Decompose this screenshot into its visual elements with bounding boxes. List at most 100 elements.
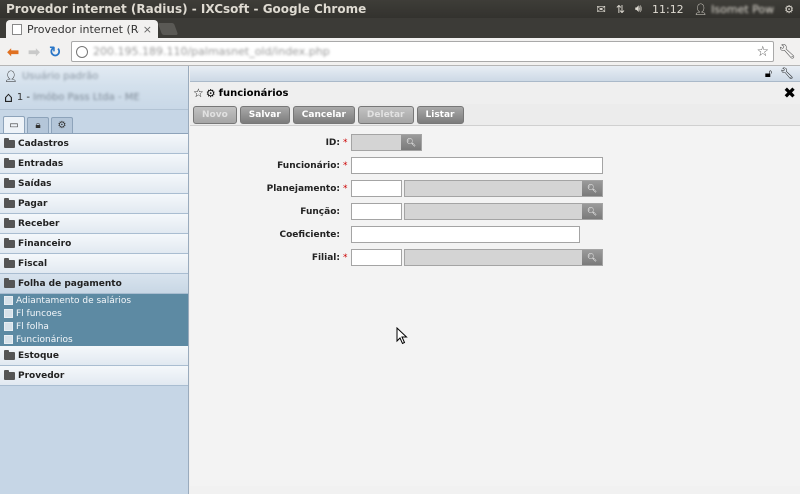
coeficiente-input[interactable] (351, 226, 580, 243)
company-unit[interactable]: ⌂ 1 - Imóbo Pass Ltda - ME (0, 86, 188, 110)
gear-icon[interactable]: ⚙ (51, 117, 73, 133)
folder-icon (4, 369, 15, 380)
search-icon[interactable]: 🔍︎ (401, 135, 421, 150)
funcao-code-input[interactable] (351, 203, 402, 220)
cancelar-button[interactable]: Cancelar (292, 105, 355, 124)
window-header: ☆ ⚙ funcionários ✖ (190, 82, 800, 104)
funcionario-input[interactable] (351, 157, 603, 174)
planejamento-description: 🔍︎ (404, 180, 603, 197)
document-icon (4, 335, 13, 344)
submenu-fl-folha[interactable]: Fl folha (0, 320, 188, 333)
menu-financeiro[interactable]: Financeiro (0, 234, 188, 254)
planejamento-code-input[interactable] (351, 180, 402, 197)
menu-pagar[interactable]: Pagar (0, 194, 188, 214)
user-icon: 👤︎ (4, 69, 18, 83)
lock-icon[interactable]: 🔒︎ (27, 117, 49, 133)
address-bar[interactable]: 200.195.189.110/palmasnet_old/index.php … (71, 41, 774, 62)
mouse-cursor-icon (396, 327, 408, 345)
funcionario-label: Funcionário: (277, 160, 340, 171)
browser-toolbar: ⬅ ➡ ↻ 200.195.189.110/palmasnet_old/inde… (0, 38, 800, 66)
folder-icon (4, 177, 15, 188)
salvar-button[interactable]: Salvar (239, 105, 290, 124)
folder-open-icon (4, 277, 15, 288)
folder-icon (4, 137, 15, 148)
url-text: 200.195.189.110/palmasnet_old/index.php (93, 45, 330, 58)
current-user: 👤︎ Usuário padrão (0, 66, 188, 86)
required-mark: * (343, 160, 348, 171)
filial-description: 🔍︎ (404, 249, 603, 266)
menu-fiscal[interactable]: Fiscal (0, 254, 188, 274)
planejamento-label: Planejamento: (266, 183, 340, 194)
submenu-adiantamento[interactable]: Adiantamento de salários (0, 294, 188, 307)
filial-label: Filial: (311, 252, 340, 263)
forward-arrow-icon[interactable]: ➡ (25, 43, 43, 61)
search-icon[interactable]: 🔍︎ (582, 204, 602, 219)
settings-gear-icon[interactable]: ⚙ (206, 87, 216, 100)
menu-folha-de-pagamento[interactable]: Folha de pagamento (0, 274, 188, 294)
sidebar-menu-lower: Estoque Provedor (0, 346, 188, 386)
row-coeficiente: Coeficiente: (190, 226, 580, 243)
menu-receber[interactable]: Receber (0, 214, 188, 234)
main-panel: 🔓︎ 🔧︎ ☆ ⚙ funcionários ✖ Novo Salvar Can… (190, 66, 800, 494)
folder-icon (4, 197, 15, 208)
system-tray: ✉ ⇅ 🔊︎ 11:12 👤︎ Isomet Pow ⚙ (597, 2, 800, 16)
menu-saidas[interactable]: Saídas (0, 174, 188, 194)
network-icon[interactable]: ⇅ (616, 3, 625, 16)
submenu-fl-funcoes[interactable]: Fl funcoes (0, 307, 188, 320)
folder-icon (4, 237, 15, 248)
clock[interactable]: 11:12 (652, 3, 684, 16)
wrench-icon[interactable]: 🔧︎ (778, 43, 796, 61)
search-icon[interactable]: 🔍︎ (582, 250, 602, 265)
search-icon[interactable]: 🔍︎ (582, 181, 602, 196)
menu-cadastros[interactable]: Cadastros (0, 134, 188, 154)
tools-icon[interactable]: 🔧︎ (780, 67, 794, 80)
browser-tab[interactable]: Provedor internet (Radius × (6, 20, 158, 38)
sidebar-menu: Cadastros Entradas Saídas Pagar Receber … (0, 134, 188, 294)
window-title: Provedor internet (Radius) - IXCsoft - G… (6, 2, 367, 16)
window-title-label: funcionários (218, 87, 289, 99)
form-toolbar: Novo Salvar Cancelar Deletar Listar (190, 104, 800, 126)
page-icon (12, 23, 22, 35)
required-mark: * (343, 183, 348, 194)
novo-button[interactable]: Novo (193, 105, 237, 124)
document-icon (4, 309, 13, 318)
document-icon (4, 296, 13, 305)
document-icon (4, 322, 13, 331)
mail-icon[interactable]: ✉ (597, 3, 606, 16)
submenu-funcionarios[interactable]: Funcionários (0, 333, 188, 346)
listar-button[interactable]: Listar (416, 105, 464, 124)
window-close-icon[interactable]: ✖ (783, 84, 800, 102)
reload-icon[interactable]: ↻ (46, 43, 64, 61)
menu-entradas[interactable]: Entradas (0, 154, 188, 174)
browser-tabstrip: Provedor internet (Radius × (0, 18, 800, 38)
menu-estoque[interactable]: Estoque (0, 346, 188, 366)
filial-code-input[interactable] (351, 249, 402, 266)
folder-icon (4, 349, 15, 360)
required-mark: * (343, 252, 348, 263)
tab-title: Provedor internet (Radius (27, 22, 139, 36)
power-gear-icon[interactable]: ⚙ (784, 3, 794, 16)
bookmark-star-icon[interactable]: ☆ (756, 44, 769, 60)
funcionarios-form: ID: * 🔍︎ Funcionário: * Planejamento: * … (190, 126, 800, 486)
folder-icon (4, 217, 15, 228)
deletar-button[interactable]: Deletar (357, 105, 414, 124)
volume-icon[interactable]: 🔊︎ (635, 2, 642, 16)
menu-provedor[interactable]: Provedor (0, 366, 188, 386)
row-funcao: Função: 🔍︎ (190, 203, 603, 220)
home-icon: ⌂ (4, 89, 13, 106)
id-field[interactable]: 🔍︎ (351, 134, 422, 151)
required-mark: * (343, 137, 348, 148)
user-menu[interactable]: 👤︎ Isomet Pow (694, 3, 774, 16)
tab-close-icon[interactable]: × (143, 23, 152, 36)
new-tab-button[interactable] (157, 23, 179, 35)
id-label: ID: (325, 137, 340, 148)
coeficiente-label: Coeficiente: (279, 229, 341, 240)
window-icon[interactable]: ▭ (3, 116, 25, 133)
favorite-star-icon[interactable]: ☆ (193, 86, 204, 100)
unlock-icon[interactable]: 🔓︎ (765, 67, 772, 81)
folder-icon (4, 157, 15, 168)
app-area: 👤︎ Usuário padrão ⌂ 1 - Imóbo Pass Ltda … (0, 66, 800, 494)
user-icon: 👤︎ (693, 2, 708, 16)
row-planejamento: Planejamento: * 🔍︎ (190, 180, 603, 197)
back-arrow-icon[interactable]: ⬅ (4, 43, 22, 61)
